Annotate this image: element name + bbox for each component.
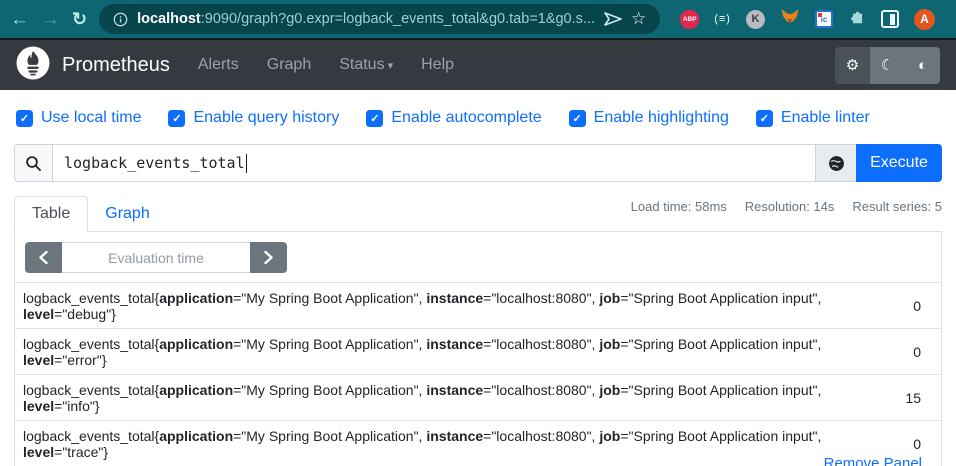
query-expression-text: logback_events_total [64,154,245,172]
tab-table[interactable]: Table [14,196,89,232]
tab-graph[interactable]: Graph [88,197,166,231]
notes-extension-icon[interactable]: (≡) [714,13,731,25]
half-circle-icon: ◐ [917,56,928,74]
evaluation-time-input[interactable] [62,242,250,273]
checkbox-query-history[interactable] [168,109,186,127]
metrics-explorer-button[interactable] [816,144,856,182]
checkbox-autocomplete[interactable] [366,109,384,127]
option-label: Enable query history [193,109,340,126]
ic-extension-icon[interactable]: ic [814,10,833,28]
browser-reload-icon[interactable]: ↻ [72,10,87,28]
stat-result-series: Result series: 5 [852,199,942,214]
table-row: logback_events_total{application="My Spr… [15,374,941,421]
url-host: localhost [137,11,201,27]
moon-icon: ☾ [880,57,895,74]
globe-icon [828,155,844,171]
sidebar-toggle-icon[interactable] [880,10,899,28]
query-expression-input[interactable]: logback_events_total [52,144,816,182]
url-path: :9090/graph?g0.expr=logback_events_total… [200,11,595,27]
browser-forward-icon[interactable]: → [41,10,60,29]
execute-button[interactable]: Execute [856,144,942,182]
sidebar-toggle-fill [890,13,896,25]
ic-red-dot [817,13,822,17]
query-bar: logback_events_total Execute [14,144,942,182]
brand[interactable]: Prometheus [16,46,170,85]
option-label: Enable autocomplete [391,109,542,126]
browser-toolbar: ← → ↻ localhost:9090/graph?g0.expr=logba… [0,0,956,40]
checkbox-highlighting[interactable] [568,109,586,127]
option-autocomplete[interactable]: Enable autocomplete [366,109,542,127]
stat-load-time: Load time: 58ms [630,199,727,214]
option-highlighting[interactable]: Enable highlighting [568,109,729,127]
query-options-row: Use local time Enable query history Enab… [16,109,956,127]
metric-expression: logback_events_total{application="My Spr… [23,427,822,460]
remove-panel-link[interactable]: Remove Panel [824,455,922,466]
option-linter[interactable]: Enable linter [755,109,870,127]
url-text[interactable]: localhost:9090/graph?g0.expr=logback_eve… [137,11,595,27]
nav-links: Alerts Graph Status ▾ Help [198,56,454,74]
chevron-left-icon [39,250,48,265]
search-addon [14,144,52,182]
chevron-right-icon [264,250,273,265]
option-use-local-time[interactable]: Use local time [16,109,141,127]
site-info-icon[interactable] [113,12,128,27]
checkbox-use-local-time[interactable] [16,109,33,127]
browser-back-icon[interactable]: ← [10,10,29,29]
address-bar[interactable]: localhost:9090/graph?g0.expr=logback_eve… [99,4,661,34]
table-row: logback_events_total{application="My Spr… [15,282,941,329]
browser-extensions: ABP (≡) K ic A ⋮ [680,7,956,31]
metamask-fox-icon[interactable] [780,7,800,31]
puzzle-extensions-icon[interactable] [848,8,866,31]
metric-value: 0 [913,343,921,360]
evaluation-next-button[interactable] [250,242,287,273]
evaluation-time-control [25,242,287,273]
metric-value: 0 [913,297,921,314]
dark-theme-button[interactable]: ☾ [870,46,905,84]
browser-menu-icon[interactable]: ⋮ [950,9,956,29]
search-icon [26,155,41,171]
table-row: logback_events_total{application="My Spr… [15,328,941,375]
nav-item-help[interactable]: Help [421,56,454,74]
nav-item-status-label: Status [339,56,385,73]
option-label: Enable highlighting [593,109,729,126]
brand-name: Prometheus [62,53,170,76]
navbar-right-controls: ⚙ ☾ ◐ [835,46,940,84]
auto-theme-button[interactable]: ◐ [905,46,940,84]
caret-down-icon: ▾ [387,60,394,72]
share-send-icon[interactable] [604,12,622,26]
results-table-body: logback_events_total{application="My Spr… [15,282,941,466]
nav-item-graph[interactable]: Graph [267,56,311,74]
prometheus-logo-icon [16,46,50,85]
query-stats: Load time: 58ms Resolution: 14s Result s… [631,196,942,214]
gear-icon: ⚙ [845,57,860,74]
metric-value: 15 [905,389,921,406]
table-row: logback_events_total{application="My Spr… [15,420,941,466]
metric-expression: logback_events_total{application="My Spr… [23,335,822,368]
option-query-history[interactable]: Enable query history [168,109,339,127]
k-extension-icon[interactable]: K [745,9,765,29]
prometheus-navbar: Prometheus Alerts Graph Status ▾ Help ⚙ ☾… [0,40,956,90]
adblock-extension-icon[interactable]: ABP [680,9,700,29]
evaluation-prev-button[interactable] [25,242,62,273]
nav-item-status[interactable]: Status ▾ [339,56,393,74]
panel-tabs: Table Graph Load time: 58ms Resolution: … [14,196,942,232]
profile-avatar[interactable]: A [913,8,935,30]
bookmark-star-icon[interactable]: ☆ [631,9,646,29]
table-panel: logback_events_total{application="My Spr… [14,232,942,466]
settings-button[interactable]: ⚙ [835,46,870,84]
option-label: Enable linter [780,109,870,126]
results-table: logback_events_total{application="My Spr… [15,282,941,466]
metric-expression: logback_events_total{application="My Spr… [23,381,822,414]
option-label: Use local time [41,109,142,126]
nav-item-alerts[interactable]: Alerts [198,56,239,74]
stat-resolution: Resolution: 14s [744,199,835,214]
metric-expression: logback_events_total{application="My Spr… [23,289,822,322]
checkbox-linter[interactable] [755,109,773,127]
text-cursor [245,153,248,173]
